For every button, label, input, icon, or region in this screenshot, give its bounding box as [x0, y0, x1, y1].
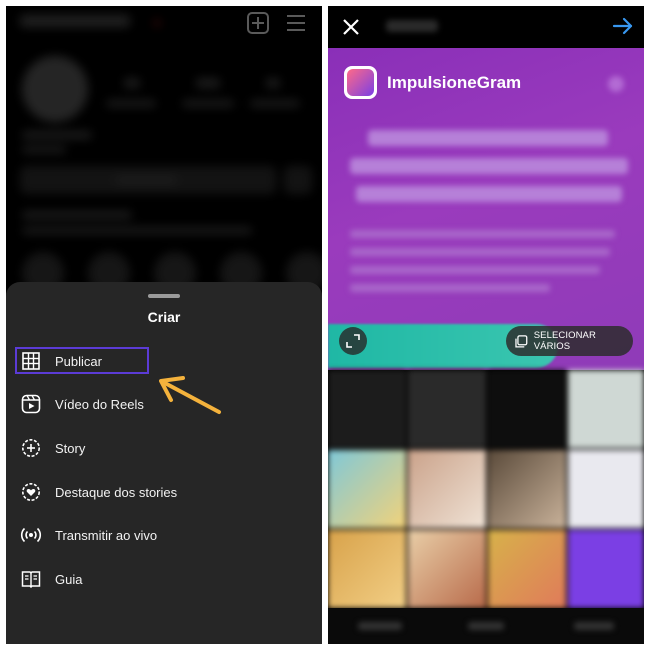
post-type-tabs-blurred	[328, 608, 644, 644]
guide-book-icon	[18, 566, 44, 592]
gallery-thumb[interactable]	[328, 530, 406, 608]
create-menu-screen: Criar Publicar Vídeo do Reels Story Dest…	[6, 6, 322, 644]
blurred-body-line	[350, 248, 610, 256]
menu-item-story[interactable]: Story	[16, 434, 306, 462]
gallery-grid-blurred	[328, 370, 644, 608]
tab-blurred[interactable]	[574, 622, 614, 630]
menu-item-label: Guia	[55, 571, 83, 587]
menu-item-label: Publicar	[55, 353, 102, 369]
gallery-thumb[interactable]	[408, 530, 486, 608]
gallery-thumb[interactable]	[408, 370, 486, 448]
gallery-thumb[interactable]	[568, 370, 644, 448]
brand-name: ImpulsioneGram	[387, 72, 522, 92]
reels-icon	[18, 391, 44, 417]
menu-item-publicar[interactable]: Publicar	[16, 347, 306, 375]
gallery-thumb[interactable]	[568, 450, 644, 528]
menu-item-label: Transmitir ao vivo	[55, 527, 158, 543]
close-icon[interactable]	[342, 18, 360, 36]
tab-blurred[interactable]	[468, 622, 504, 630]
highlight-heart-icon	[18, 479, 44, 505]
next-arrow-icon[interactable]	[612, 17, 634, 35]
expand-icon	[346, 334, 360, 348]
rocket-logo-icon	[344, 66, 377, 99]
menu-item-guide[interactable]: Guia	[16, 565, 306, 593]
grid-icon	[18, 348, 44, 374]
expand-crop-button[interactable]	[339, 327, 367, 355]
preview-dot-blurred	[608, 76, 624, 92]
gallery-thumb[interactable]	[488, 530, 566, 608]
blurred-body-line	[350, 284, 550, 292]
sheet-title: Criar	[147, 309, 181, 325]
create-bottom-sheet: Criar Publicar Vídeo do Reels Story Dest…	[6, 282, 322, 644]
gallery-thumb[interactable]	[568, 530, 644, 608]
brand-header: ImpulsioneGram	[344, 66, 521, 99]
orange-arrow-icon	[159, 376, 221, 414]
menu-item-story-highlight[interactable]: Destaque dos stories	[16, 478, 306, 506]
story-plus-icon	[18, 435, 44, 461]
live-broadcast-icon	[18, 522, 44, 548]
select-multiple-label: SELECIONAR VÁRIOS	[533, 330, 596, 352]
selected-media-preview: ImpulsioneGram	[328, 48, 644, 370]
blurred-body-line	[350, 230, 615, 238]
blurred-headline-line	[368, 130, 608, 146]
tab-blurred[interactable]	[358, 622, 402, 630]
new-post-topbar	[328, 6, 644, 48]
sheet-drag-handle[interactable]	[148, 294, 180, 298]
gallery-thumb[interactable]	[328, 370, 406, 448]
gallery-thumb[interactable]	[328, 450, 406, 528]
select-multiple-button[interactable]: SELECIONAR VÁRIOS	[506, 326, 633, 356]
menu-item-label: Vídeo do Reels	[55, 396, 144, 412]
title-blurred	[386, 20, 438, 32]
gallery-thumb[interactable]	[488, 450, 566, 528]
menu-item-label: Story	[55, 440, 86, 456]
blurred-body-line	[350, 266, 600, 274]
menu-item-label: Destaque dos stories	[55, 484, 178, 500]
blurred-headline-line	[350, 158, 628, 174]
gallery-thumb[interactable]	[488, 370, 566, 448]
gallery-thumb[interactable]	[408, 450, 486, 528]
new-post-screen: ImpulsioneGram SELECIONAR VÁRIOS	[328, 6, 644, 644]
blurred-headline-line	[356, 186, 622, 202]
multiple-select-icon	[515, 334, 528, 348]
menu-item-live[interactable]: Transmitir ao vivo	[16, 521, 306, 549]
